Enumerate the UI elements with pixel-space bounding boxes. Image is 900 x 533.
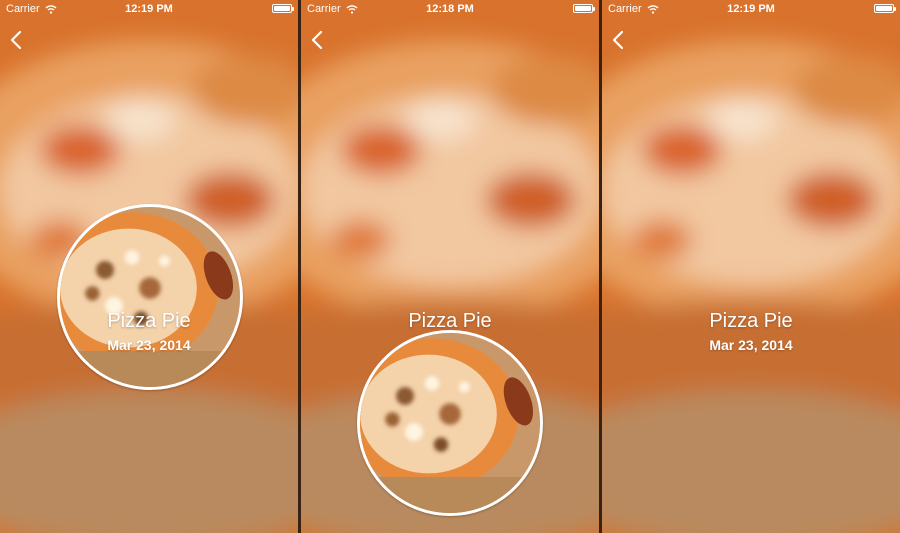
battery-icon bbox=[272, 4, 294, 13]
recipe-title: Pizza Pie bbox=[107, 310, 191, 332]
status-time: 12:19 PM bbox=[727, 3, 775, 15]
blurred-pizza-background bbox=[602, 0, 900, 533]
phone-screen-3: Carrier 12:19 PM Pizza Pie Mar 23, 2014 bbox=[602, 0, 900, 533]
battery-icon bbox=[573, 4, 595, 13]
phone-screen-1: Carrier 12:19 PM Pizza Pie Mar 23, 2014 bbox=[0, 0, 298, 533]
screenshot-strip: Carrier 12:19 PM Pizza Pie Mar 23, 2014 … bbox=[0, 0, 900, 533]
chevron-left-icon[interactable] bbox=[610, 28, 628, 52]
chevron-left-icon[interactable] bbox=[309, 28, 327, 52]
battery-icon bbox=[874, 4, 896, 13]
chevron-left-icon[interactable] bbox=[8, 28, 26, 52]
recipe-image-circle[interactable] bbox=[57, 204, 243, 390]
status-time: 12:18 PM bbox=[426, 3, 474, 15]
status-bar: Carrier 12:19 PM bbox=[0, 0, 298, 18]
phone-screen-2: Carrier 12:18 PM Pizza Pie Mar 23, 2014 bbox=[301, 0, 599, 533]
recipe-title: Pizza Pie bbox=[709, 310, 793, 332]
recipe-date: Mar 23, 2014 bbox=[107, 337, 191, 353]
pizza-photo bbox=[60, 207, 240, 387]
recipe-image-circle[interactable] bbox=[357, 330, 543, 516]
status-bar: Carrier 12:18 PM bbox=[301, 0, 599, 18]
status-time: 12:19 PM bbox=[125, 3, 173, 15]
recipe-date: Mar 23, 2014 bbox=[709, 337, 793, 353]
status-bar: Carrier 12:19 PM bbox=[602, 0, 900, 18]
pizza-photo bbox=[360, 333, 540, 513]
